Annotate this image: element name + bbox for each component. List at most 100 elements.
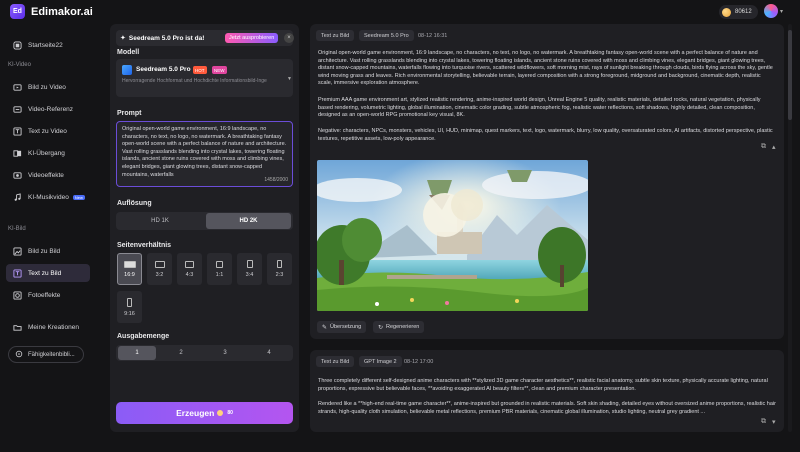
section-ki-video: KI-Video	[8, 62, 31, 68]
ratio-3-2[interactable]: 3:2	[147, 253, 172, 285]
chevron-down-icon[interactable]: ▾	[772, 418, 776, 426]
model-description: Hervorragende Hochformat und Hochdichte …	[122, 78, 267, 84]
library-icon	[15, 350, 23, 360]
video-reference-icon	[12, 104, 22, 114]
app-logo[interactable]: Ed Edimakor.ai	[10, 4, 93, 19]
sidebar-item-music-video[interactable]: KI-Musikvideo New	[6, 188, 90, 206]
sidebar-item-my-creations[interactable]: Meine Kreationen	[6, 318, 90, 336]
resolution-option-1k[interactable]: HD 1K	[118, 213, 202, 229]
sidebar-item-label: Video-Referenz	[28, 105, 74, 113]
result-date: 08-12 16:31	[418, 33, 448, 39]
sidebar-item-label: Bild zu Video	[28, 83, 66, 91]
result-prompt-paragraph: Rendered like a **high-end real-time gam…	[318, 401, 776, 415]
text-to-video-icon	[12, 126, 22, 136]
sidebar-item-video-effects[interactable]: Videoeffekte	[6, 166, 90, 184]
sidebar-item-image-to-video[interactable]: Bild zu Video	[6, 78, 90, 96]
ratio-2-3[interactable]: 2:3	[267, 253, 292, 285]
result-type-chip: Text zu Bild	[316, 356, 355, 367]
sidebar-item-home[interactable]: Startseite22	[6, 36, 90, 54]
result-date: 08-12 17:00	[404, 359, 434, 365]
try-now-button[interactable]: Jetzt ausprobieren	[225, 33, 279, 43]
sidebar-item-label: Videoeffekte	[28, 171, 64, 179]
effects-icon	[12, 170, 22, 180]
model-label: Modell	[117, 49, 140, 56]
regenerate-button[interactable]: ↻ Regenerieren	[373, 321, 425, 333]
sidebar-item-text-to-video[interactable]: Text zu Video	[6, 122, 90, 140]
sidebar-item-label: KI-Musikvideo	[28, 193, 69, 201]
close-icon[interactable]: ×	[284, 33, 294, 43]
result-prompt-paragraph: Original open-world game environment, 16…	[318, 50, 773, 87]
image-to-video-icon	[12, 82, 22, 92]
ratio-3-4[interactable]: 3:4	[237, 253, 262, 285]
output-option-4[interactable]: 4	[250, 346, 288, 360]
output-option-3[interactable]: 3	[206, 346, 244, 360]
result-model-chip: GPT Image 2	[359, 356, 402, 367]
photo-effects-icon	[12, 290, 22, 300]
resolution-option-2k[interactable]: HD 2K	[206, 213, 291, 229]
sidebar-item-label: Text zu Video	[28, 127, 67, 135]
translate-button[interactable]: ✎ Übersetzung	[317, 321, 367, 333]
result-card: Text zu Bild Seedream 5.0 Pro 08-12 16:3…	[310, 24, 784, 339]
sidebar: Startseite22 KI-Video Bild zu Video Vide…	[0, 28, 100, 452]
sidebar-item-text-to-image[interactable]: Text zu Bild	[6, 264, 90, 282]
coin-icon	[722, 7, 731, 17]
music-video-icon	[12, 192, 22, 202]
ratio-9-16[interactable]: 9:16	[117, 291, 142, 323]
top-bar: Ed Edimakor.ai 80612 ▾	[0, 0, 800, 24]
sidebar-item-label: Bild zu Bild	[28, 247, 61, 255]
banner-text: Seedream 5.0 Pro ist da!	[128, 34, 205, 42]
ratio-4-3[interactable]: 4:3	[177, 253, 202, 285]
skills-library-button[interactable]: Fähigkeitenbibli...	[8, 346, 84, 363]
resolution-selector: HD 1K HD 2K	[116, 212, 293, 230]
sidebar-item-label: Startseite22	[28, 41, 63, 49]
generated-image[interactable]	[317, 160, 588, 311]
scrollbar-thumb[interactable]	[788, 30, 792, 120]
sidebar-item-transition[interactable]: KI-Übergang	[6, 144, 90, 162]
sidebar-item-label: Meine Kreationen	[28, 323, 79, 331]
model-icon	[122, 65, 132, 75]
copy-icon[interactable]: ⧉	[761, 143, 766, 151]
prompt-text[interactable]: Original open-world game environment, 16…	[122, 126, 287, 179]
ratio-16-9[interactable]: 16:9	[117, 253, 142, 285]
folder-icon	[12, 322, 22, 332]
hot-badge: HOT	[193, 66, 207, 74]
output-option-2[interactable]: 2	[162, 346, 200, 360]
sparkle-icon: ✦	[120, 35, 126, 42]
result-model-chip: Seedream 5.0 Pro	[359, 30, 414, 41]
generate-button[interactable]: Erzeugen 80	[116, 402, 293, 424]
new-badge: NEW	[212, 66, 227, 74]
image-to-image-icon	[12, 246, 22, 256]
aspect-ratio-label: Seitenverhältnis	[117, 242, 172, 249]
prompt-char-count: 1458/2000	[264, 177, 288, 183]
coin-count: 80612	[735, 9, 752, 15]
chevron-down-icon[interactable]: ▾	[780, 8, 783, 15]
model-select[interactable]: Seedream 5.0 Pro HOT NEW Hervorragende H…	[116, 59, 293, 97]
result-type-chip: Text zu Bild	[316, 30, 355, 41]
logo-mark-icon: Ed	[10, 4, 25, 19]
output-count-label: Ausgabemenge	[117, 333, 170, 340]
sidebar-item-photo-effects[interactable]: Fotoeffekte	[6, 286, 90, 304]
sidebar-item-label: Text zu Bild	[28, 269, 62, 277]
sidebar-item-image-to-image[interactable]: Bild zu Bild	[6, 242, 90, 260]
sidebar-item-label: KI-Übergang	[28, 149, 65, 157]
output-option-1[interactable]: 1	[118, 346, 156, 360]
output-count-selector: 1 2 3 4	[116, 345, 293, 361]
avatar[interactable]	[764, 4, 778, 18]
sidebar-item-video-reference[interactable]: Video-Referenz	[6, 100, 90, 118]
chevron-down-icon: ▼	[287, 76, 292, 82]
home-icon	[12, 40, 22, 50]
result-prompt-paragraph: Negative: characters, NPCs, monsters, ve…	[318, 128, 773, 142]
prompt-label: Prompt	[117, 110, 142, 117]
app-name: Edimakor.ai	[31, 5, 93, 18]
skills-library-label: Fähigkeitenbibli...	[28, 351, 75, 358]
prompt-input[interactable]: Original open-world game environment, 16…	[116, 121, 293, 187]
result-prompt-paragraph: Premium AAA game environment art, styliz…	[318, 97, 761, 119]
promo-banner: ✦ Seedream 5.0 Pro ist da! Jetzt ausprob…	[116, 30, 294, 46]
text-to-image-icon	[12, 268, 22, 278]
chevron-up-icon[interactable]: ▴	[772, 143, 776, 151]
ratio-1-1[interactable]: 1:1	[207, 253, 232, 285]
generate-label: Erzeugen	[176, 408, 215, 418]
copy-icon[interactable]: ⧉	[761, 418, 766, 426]
translate-icon: ✎	[322, 324, 328, 331]
coin-balance[interactable]: 80612	[719, 5, 758, 19]
